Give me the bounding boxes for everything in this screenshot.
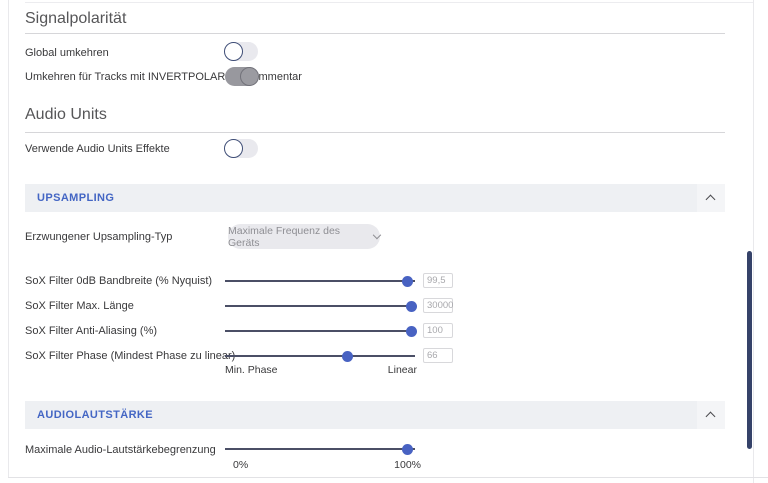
label-global-invert: Global umkehren — [25, 47, 109, 59]
toggle-use-audio-units-effects[interactable] — [225, 139, 258, 158]
label-use-audio-units-effects: Verwende Audio Units Effekte — [25, 143, 170, 155]
toggle-knob — [224, 42, 243, 61]
slider-handle[interactable] — [402, 444, 413, 455]
slider-handle[interactable] — [406, 301, 417, 312]
value-sox-phase[interactable]: 66 — [423, 348, 453, 363]
label-sox-max-length: SoX Filter Max. Länge — [25, 300, 134, 312]
forced-upsampling-type-select[interactable]: Maximale Frequenz des Geräts — [228, 224, 380, 249]
slider-max-volume-limit[interactable] — [225, 448, 415, 450]
toggle-knob — [224, 139, 243, 158]
divider — [25, 132, 725, 133]
chevron-up-icon — [706, 412, 716, 422]
label-max-volume-limit: Maximale Audio-Lautstärkebegrenzung — [25, 444, 216, 456]
forced-upsampling-type-value: Maximale Frequenz des Geräts — [228, 225, 366, 249]
chevron-down-icon — [373, 231, 381, 239]
vertical-scrollbar-thumb[interactable] — [747, 251, 752, 449]
slider-sox-max-length[interactable] — [225, 305, 415, 307]
volume-scale-labels: 0% 100% — [225, 459, 421, 471]
label-sox-anti-aliasing: SoX Filter Anti-Aliasing (%) — [25, 325, 157, 337]
slider-sox-anti-aliasing[interactable] — [225, 330, 415, 332]
value-sox-bandwidth[interactable]: 99,5 — [423, 273, 453, 288]
section-header-upsampling-title: UPSAMPLING — [37, 192, 114, 204]
section-header-volume: AUDIOLAUTSTÄRKE — [25, 401, 725, 429]
chevron-up-icon — [706, 195, 716, 205]
panel-border-right — [753, 0, 754, 483]
settings-page: Signalpolarität Global umkehren Umkehren… — [0, 0, 768, 483]
value-sox-anti-aliasing[interactable]: 100 — [423, 323, 453, 338]
phase-scale-labels: Min. Phase Linear — [225, 364, 417, 376]
toggle-global-invert[interactable] — [225, 42, 258, 61]
collapse-volume-button[interactable] — [697, 401, 725, 429]
section-title-audio-units: Audio Units — [25, 106, 107, 124]
panel-border-top — [25, 2, 753, 3]
panel-border-left — [8, 0, 9, 477]
slider-sox-bandwidth[interactable] — [225, 280, 415, 282]
toggle-knob — [240, 67, 259, 86]
slider-handle[interactable] — [406, 326, 417, 337]
label-forced-upsampling-type: Erzwungener Upsampling-Typ — [25, 231, 172, 243]
divider — [25, 33, 725, 34]
volume-scale-max: 100% — [394, 459, 421, 471]
collapse-upsampling-button[interactable] — [697, 184, 725, 212]
phase-scale-max: Linear — [388, 364, 417, 376]
slider-handle[interactable] — [342, 351, 353, 362]
phase-scale-min: Min. Phase — [225, 364, 278, 376]
toggle-invert-comment-tracks[interactable] — [225, 67, 258, 86]
label-sox-phase: SoX Filter Phase (Mindest Phase zu linea… — [25, 350, 235, 362]
section-header-volume-title: AUDIOLAUTSTÄRKE — [37, 409, 153, 421]
slider-handle[interactable] — [402, 276, 413, 287]
section-header-upsampling: UPSAMPLING — [25, 184, 725, 212]
section-title-signal-polarity: Signalpolarität — [25, 10, 126, 28]
volume-scale-min: 0% — [233, 459, 248, 471]
label-invert-comment-tracks: Umkehren für Tracks mit INVERTPOLARITY-K… — [25, 71, 302, 83]
slider-sox-phase[interactable] — [225, 355, 415, 357]
label-sox-bandwidth: SoX Filter 0dB Bandbreite (% Nyquist) — [25, 275, 212, 287]
value-sox-max-length[interactable]: 30000 — [423, 298, 453, 313]
panel-border-bottom — [8, 477, 768, 478]
